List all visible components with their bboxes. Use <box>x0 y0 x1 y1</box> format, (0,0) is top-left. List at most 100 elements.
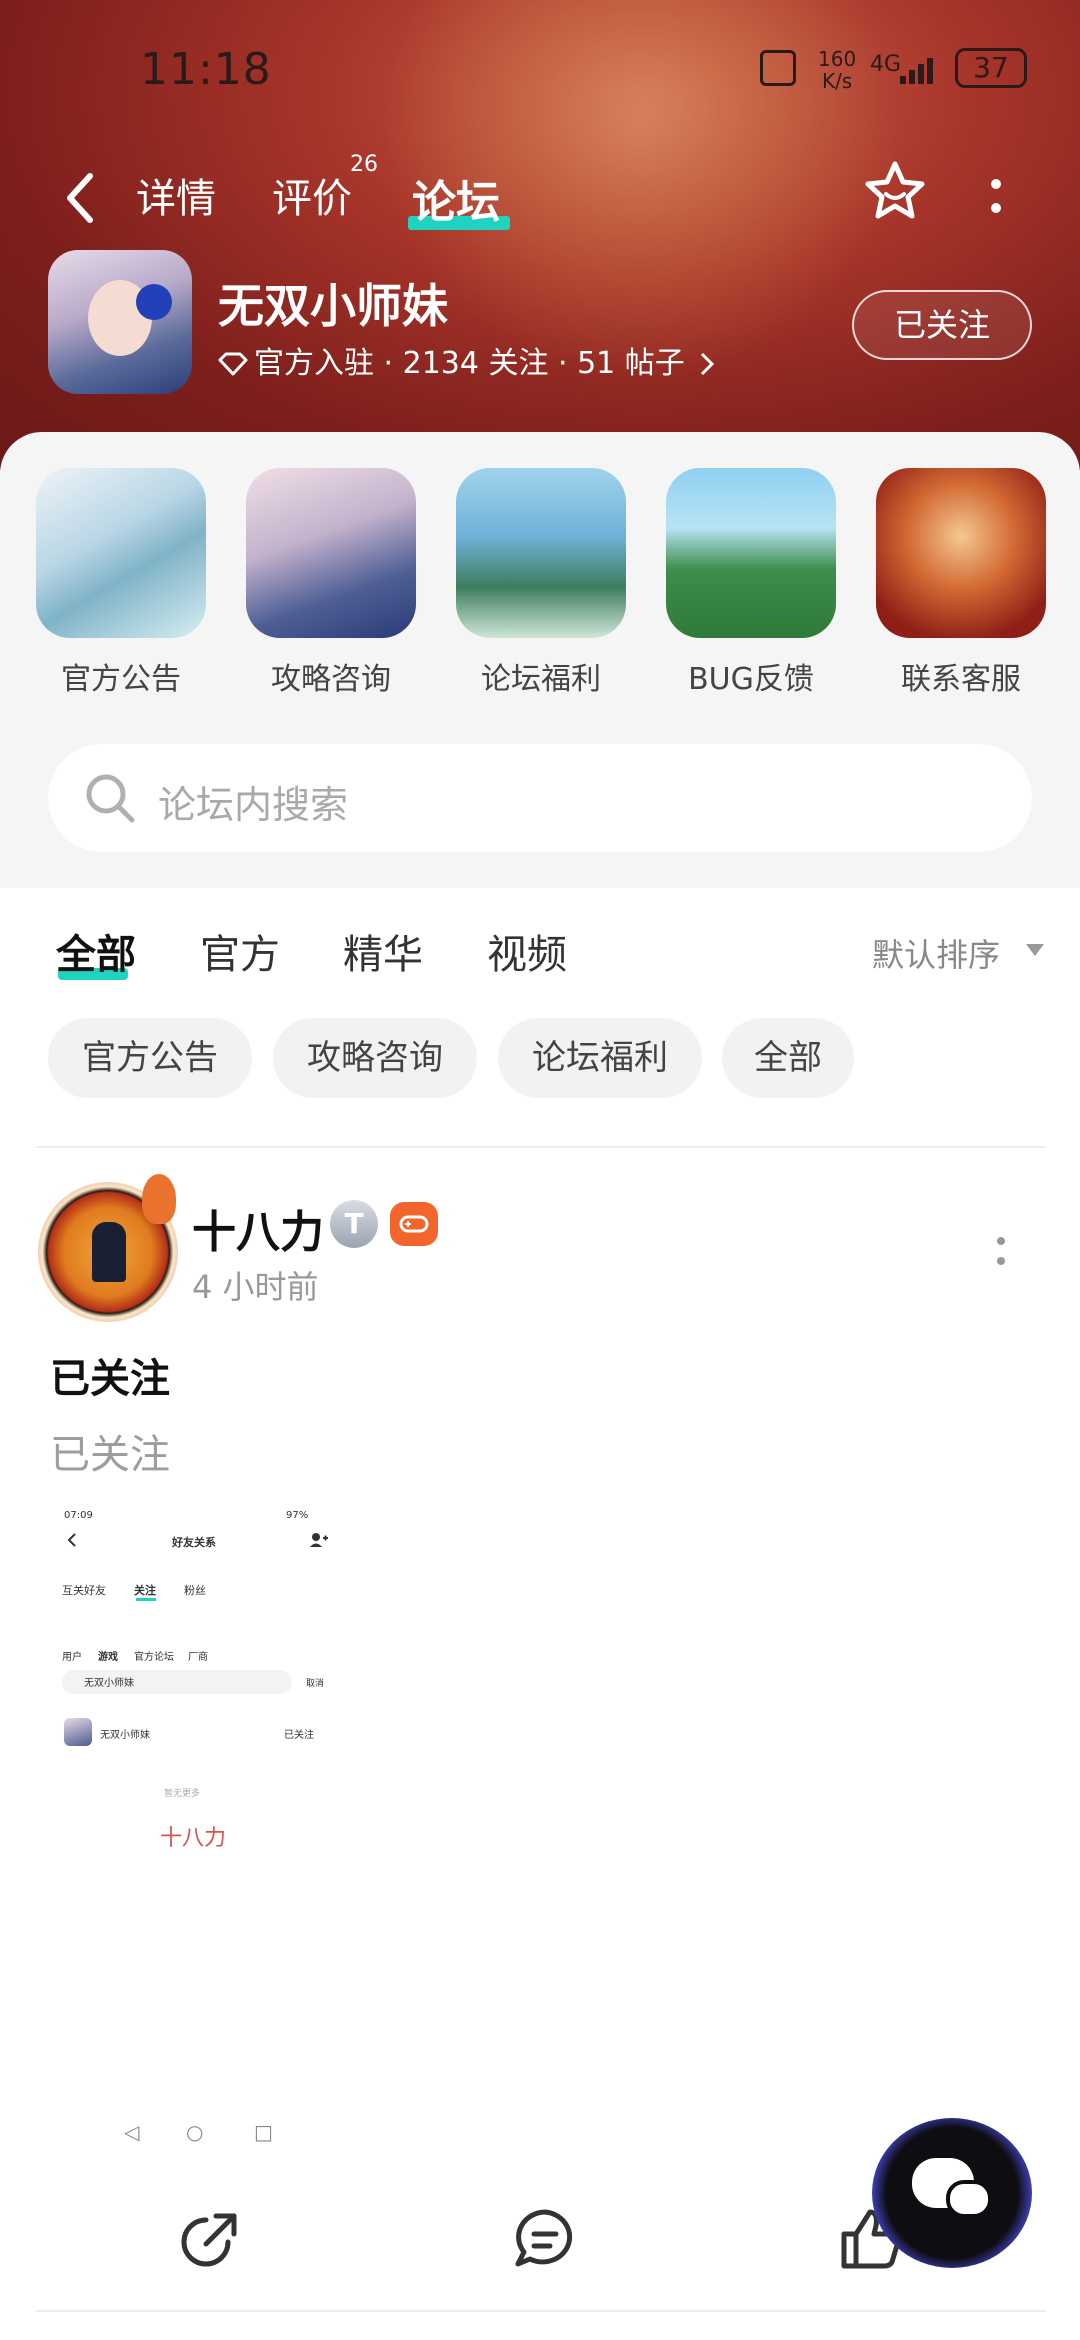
back-icon[interactable] <box>60 168 100 228</box>
post-body[interactable]: 已关注 <box>50 1422 170 1480</box>
shot-tab-fans: 粉丝 <box>184 1584 206 1597</box>
signal-icon <box>900 54 942 84</box>
shot-search-value: 无双小师妹 <box>84 1678 134 1689</box>
follow-button[interactable]: 已关注 <box>852 290 1032 360</box>
battery-icon: 37 <box>955 48 1027 88</box>
gamepad-icon <box>399 1215 429 1233</box>
game-icon[interactable] <box>48 250 192 394</box>
shot-tab-underline <box>136 1598 156 1601</box>
gamepad-badge-icon <box>390 1202 438 1246</box>
chip-official-notice[interactable]: 官方公告 <box>48 1018 252 1098</box>
avatar-flame <box>142 1174 176 1224</box>
tab-forum[interactable]: 论坛 <box>412 166 500 230</box>
divider <box>36 1146 1046 1148</box>
feed-tabs: 全部 官方 精华 视频 默认排序 <box>0 888 1080 1008</box>
game-info: 无双小师妹 官方入驻 · 2134 关注 · 51 帖子 已关注 <box>48 250 1048 400</box>
tab-reviews[interactable]: 评价 <box>272 166 352 224</box>
category-label: 联系客服 <box>901 662 1021 697</box>
game-icon-flower <box>136 284 172 320</box>
forum-search-input[interactable]: 论坛内搜索 <box>48 744 1032 852</box>
level-badge: T <box>330 1200 378 1248</box>
chat-fab-button[interactable] <box>872 2118 1032 2268</box>
author-name[interactable]: 十八力 <box>192 1196 324 1260</box>
shot-subtab-games: 游戏 <box>98 1652 118 1663</box>
diamond-icon <box>218 352 248 376</box>
feed-tab-video[interactable]: 视频 <box>487 922 567 980</box>
more-menu-icon[interactable] <box>990 176 1002 216</box>
post-title[interactable]: 已关注 <box>50 1346 170 1404</box>
post-time: 4 小时前 <box>192 1268 319 1306</box>
category-bug-report[interactable]: BUG反馈 <box>666 468 836 698</box>
system-back-icon[interactable]: ◁ <box>124 2120 139 2144</box>
bottom-divider <box>36 2310 1046 2312</box>
post-card[interactable]: 十八力 T 4 小时前 已关注 已关注 07:09 97% 好友关系 互关好友 … <box>0 1170 1080 2026</box>
net-speed: 160 K/s <box>818 48 856 92</box>
chevron-right-icon <box>701 352 715 376</box>
game-header: 11:18 160 K/s 4G 37 详情 评价 26 论坛 无双小师妹 官方… <box>0 0 1080 470</box>
category-label: 攻略咨询 <box>271 662 391 697</box>
shot-battery: 97% <box>286 1510 309 1521</box>
shot-subtab-forum: 官方论坛 <box>134 1652 174 1663</box>
avatar-figure <box>92 1222 126 1282</box>
shot-subtab-users: 用户 <box>62 1652 82 1663</box>
top-nav: 详情 评价 26 论坛 <box>0 152 1080 240</box>
forum-panel: 官方公告 攻略咨询 论坛福利 BUG反馈 联系客服 论坛内搜索 <box>0 432 1080 888</box>
category-label: BUG反馈 <box>688 662 814 697</box>
network-type: 4G <box>870 52 902 77</box>
category-label: 论坛福利 <box>481 662 601 697</box>
favorite-star-icon[interactable] <box>864 160 926 222</box>
shot-no-more: 暂无更多 <box>164 1789 201 1799</box>
shot-back-icon <box>67 1533 76 1547</box>
shot-add-user-icon <box>310 1533 328 1547</box>
tab-details[interactable]: 详情 <box>136 166 216 224</box>
post-image[interactable]: 07:09 97% 好友关系 互关好友 关注 粉丝 用户 游戏 官方论坛 厂商 … <box>54 1496 338 2026</box>
game-meta-text: 官方入驻 · 2134 关注 · 51 帖子 <box>254 346 685 381</box>
shot-time: 07:09 <box>64 1510 93 1521</box>
shot-watermark: 十八力 <box>160 1826 227 1851</box>
vibrate-icon <box>760 50 796 86</box>
chip-welfare[interactable]: 论坛福利 <box>498 1018 702 1098</box>
feed-tab-official[interactable]: 官方 <box>200 922 280 980</box>
share-icon[interactable] <box>176 2204 246 2274</box>
game-name: 无双小师妹 <box>218 279 448 333</box>
chip-strategy[interactable]: 攻略咨询 <box>273 1018 477 1098</box>
category-official-notice[interactable]: 官方公告 <box>36 468 206 698</box>
search-icon <box>86 774 135 823</box>
category-welfare[interactable]: 论坛福利 <box>456 468 626 698</box>
chat-bubble-secondary-icon <box>946 2180 992 2218</box>
category-image <box>876 468 1046 638</box>
net-speed-value: 160 <box>818 47 857 71</box>
feed-tab-all[interactable]: 全部 <box>56 922 136 980</box>
shot-subtab-vendor: 厂商 <box>188 1652 208 1663</box>
chip-all[interactable]: 全部 <box>722 1018 854 1098</box>
shot-tab-mutual: 互关好友 <box>62 1584 106 1597</box>
system-home-icon[interactable]: ○ <box>186 2120 203 2144</box>
feed-tab-featured[interactable]: 精华 <box>343 922 423 980</box>
status-time: 11:18 <box>140 44 272 95</box>
shot-title: 好友关系 <box>172 1536 216 1549</box>
shot-result-status: 已关注 <box>284 1730 314 1741</box>
category-image <box>246 468 416 638</box>
dropdown-arrow-icon <box>1026 944 1044 956</box>
shot-tab-following: 关注 <box>134 1584 156 1597</box>
shot-result-name: 无双小师妹 <box>100 1730 150 1741</box>
category-image <box>456 468 626 638</box>
shot-cancel: 取消 <box>306 1679 325 1689</box>
filter-chips: 官方公告 攻略咨询 论坛福利 全部 <box>0 1018 1080 1108</box>
author-avatar[interactable] <box>38 1174 178 1322</box>
sort-dropdown[interactable]: 默认排序 <box>872 930 1000 976</box>
system-recents-icon[interactable]: □ <box>254 2120 273 2144</box>
post-more-icon[interactable] <box>996 1236 1006 1266</box>
category-strategy[interactable]: 攻略咨询 <box>246 468 416 698</box>
category-image <box>36 468 206 638</box>
search-placeholder: 论坛内搜索 <box>158 783 349 827</box>
game-meta[interactable]: 官方入驻 · 2134 关注 · 51 帖子 <box>218 338 716 382</box>
category-label: 官方公告 <box>61 662 181 697</box>
status-bar: 11:18 160 K/s 4G 37 <box>0 40 1080 100</box>
category-contact-service[interactable]: 联系客服 <box>876 468 1046 698</box>
net-speed-unit: K/s <box>821 69 853 93</box>
comment-icon[interactable] <box>510 2204 580 2274</box>
category-image <box>666 468 836 638</box>
shot-result-icon <box>64 1718 92 1746</box>
review-count-badge: 26 <box>350 152 378 177</box>
